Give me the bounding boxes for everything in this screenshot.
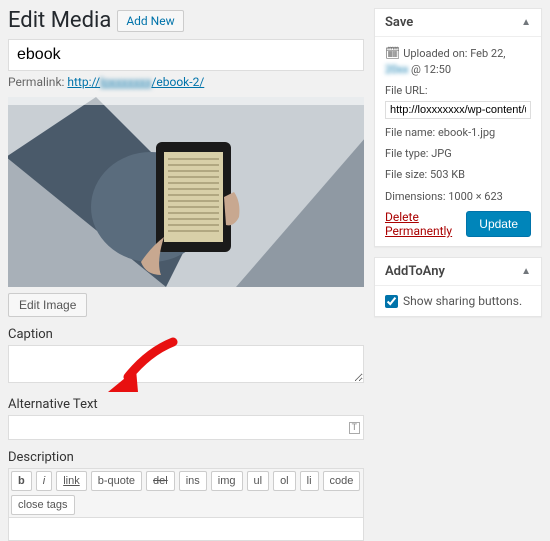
file-name-value: ebook-1.jpg bbox=[438, 126, 495, 139]
save-postbox-header[interactable]: Save ▲ bbox=[375, 9, 541, 37]
collapse-icon: ▲ bbox=[521, 17, 531, 28]
quicktag-link[interactable]: link bbox=[56, 471, 87, 491]
description-textarea[interactable] bbox=[8, 517, 364, 541]
add-new-button[interactable]: Add New bbox=[117, 10, 183, 32]
edit-image-button[interactable]: Edit Image bbox=[8, 293, 87, 317]
quicktags-toolbar: bilinkb-quotedelinsimgulollicode close ta… bbox=[8, 468, 364, 517]
media-preview bbox=[8, 97, 364, 287]
show-sharing-label: Show sharing buttons. bbox=[403, 294, 522, 308]
addtoany-postbox: AddToAny ▲ Show sharing buttons. bbox=[374, 257, 542, 317]
quicktag-i[interactable]: i bbox=[36, 471, 52, 491]
quicktag-ins[interactable]: ins bbox=[179, 471, 207, 491]
quicktag-ul[interactable]: ul bbox=[247, 471, 270, 491]
delete-permanently-link[interactable]: Delete Permanently bbox=[385, 210, 466, 238]
calendar-icon: 🗓 bbox=[385, 46, 400, 60]
quicktag-ol[interactable]: ol bbox=[273, 471, 296, 491]
description-label: Description bbox=[8, 450, 364, 465]
media-title-input[interactable] bbox=[8, 39, 364, 71]
collapse-icon: ▲ bbox=[521, 266, 531, 277]
file-url-input[interactable] bbox=[385, 101, 531, 119]
update-button[interactable]: Update bbox=[466, 211, 531, 237]
file-url-label: File URL: bbox=[385, 83, 531, 98]
input-hint-icon: T bbox=[349, 422, 360, 434]
addtoany-postbox-header[interactable]: AddToAny ▲ bbox=[375, 258, 541, 286]
permalink-label: Permalink: bbox=[8, 75, 64, 89]
caption-label: Caption bbox=[8, 327, 364, 342]
quicktag-img[interactable]: img bbox=[211, 471, 243, 491]
quicktag-del[interactable]: del bbox=[146, 471, 175, 491]
file-type-value: JPG bbox=[431, 147, 452, 160]
quicktag-b[interactable]: b bbox=[11, 471, 32, 491]
caption-textarea[interactable] bbox=[8, 345, 364, 383]
save-postbox: Save ▲ 🗓Uploaded on: Feb 22, 20xx @ 12:5… bbox=[374, 8, 542, 247]
show-sharing-checkbox[interactable] bbox=[385, 295, 398, 308]
page-title: Edit Media bbox=[8, 8, 111, 33]
permalink-link[interactable]: http://loxxxxxxx/ebook-2/ bbox=[67, 75, 204, 89]
file-size-value: 503 KB bbox=[430, 168, 465, 181]
quicktag-b-quote[interactable]: b-quote bbox=[91, 471, 142, 491]
quicktag-close-tags[interactable]: close tags bbox=[11, 495, 75, 515]
quicktag-li[interactable]: li bbox=[300, 471, 319, 491]
alt-text-label: Alternative Text bbox=[8, 397, 364, 412]
alt-text-input[interactable] bbox=[8, 415, 364, 440]
permalink-row: Permalink: http://loxxxxxxx/ebook-2/ bbox=[8, 75, 364, 89]
quicktag-code[interactable]: code bbox=[323, 471, 361, 491]
dimensions-value: 1000 × 623 bbox=[448, 190, 503, 203]
